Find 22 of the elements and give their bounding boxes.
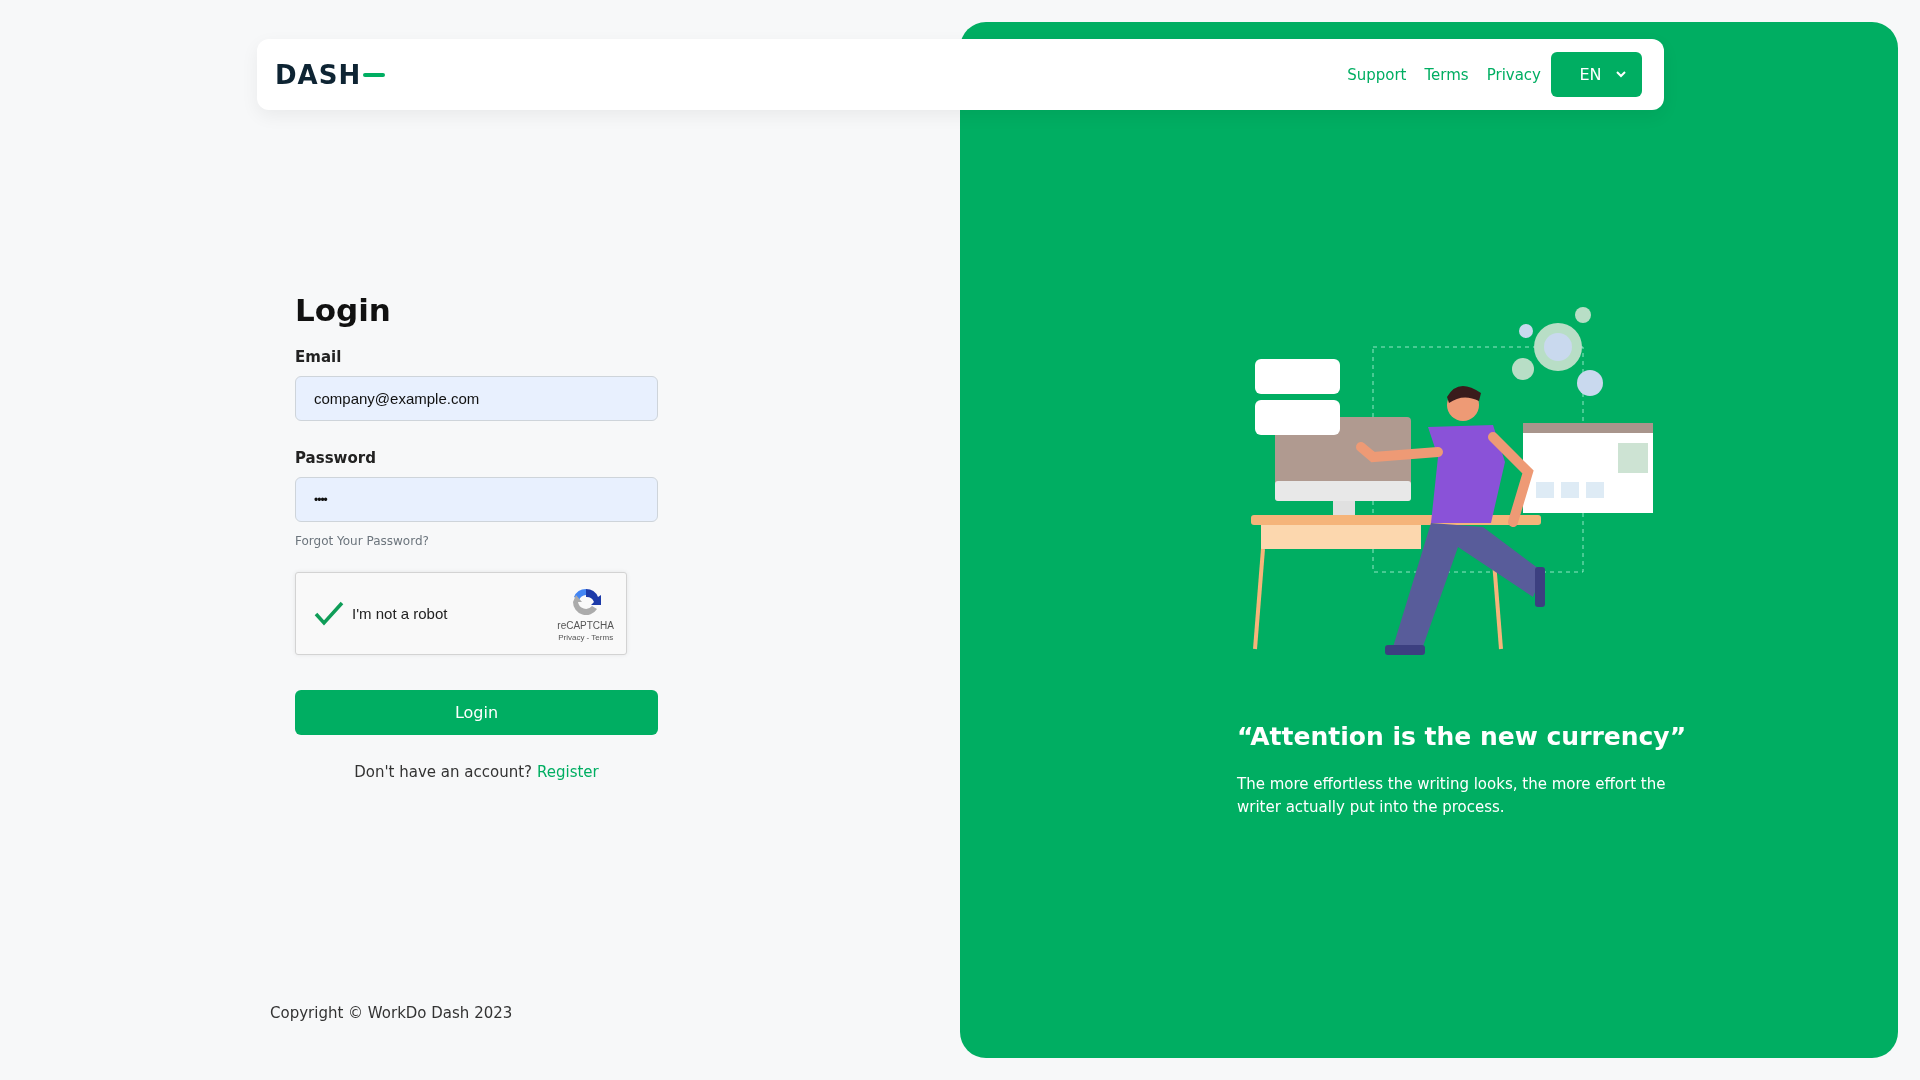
nav-link[interactable]: Support <box>1347 65 1407 84</box>
register-link[interactable]: Register <box>537 763 599 781</box>
nav-link[interactable]: Privacy <box>1486 65 1541 84</box>
register-prompt: Don't have an account? <box>354 763 532 781</box>
quote-heading: “Attention is the new currency” <box>1237 722 1688 751</box>
forgot-password-link[interactable]: Forgot Your Password? <box>295 534 429 548</box>
captcha-links[interactable]: Privacy - Terms <box>558 632 614 642</box>
captcha-label: I'm not a robot <box>352 605 448 622</box>
dash-logo: DASH <box>275 58 362 91</box>
field-label: Password <box>295 449 377 467</box>
captcha-brand: reCAPTCHA <box>557 619 614 631</box>
chevron-down-icon <box>1615 71 1626 78</box>
login-button[interactable]: Login <box>295 690 658 735</box>
logo-stroke <box>363 72 386 77</box>
input-field[interactable]: •••• <box>295 477 658 522</box>
language-select[interactable]: EN <box>1551 52 1642 97</box>
quote-text: The more effortless the writing looks, the more effort the writer actually put into the process. <box>1237 774 1667 818</box>
nav-link[interactable]: Terms <box>1424 65 1469 84</box>
input-field[interactable]: company@example.com <box>295 376 658 421</box>
copyright-text: Copyright © WorkDo Dash 2023 <box>270 1004 514 1022</box>
field-label: Email <box>295 348 343 366</box>
page-title: Login <box>295 292 392 328</box>
